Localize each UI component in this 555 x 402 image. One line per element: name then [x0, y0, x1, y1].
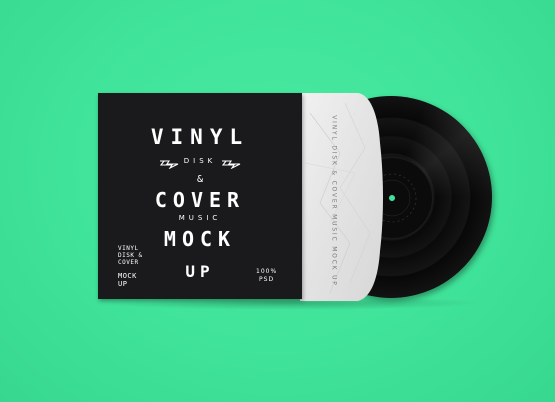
cover-title-ampersand: & — [196, 174, 204, 185]
sleeve-printed-text: VINYL DISK & COVER MUSIC MOCK UP — [330, 115, 338, 287]
corner-logo-line: UP — [118, 280, 128, 288]
sleeve-shape — [300, 93, 383, 301]
cover-psd-badge: 100% PSD — [256, 268, 277, 284]
badge-percent: 100% — [256, 268, 278, 275]
cover-title-cover: COVER — [154, 188, 246, 212]
album-cover: VINYL DISK & COVER MUSIC MOCK UP VINYL D… — [98, 93, 302, 299]
cover-title-music: MUSIC — [178, 214, 222, 222]
badge-format: PSD — [259, 276, 275, 283]
cover-corner-logo: VINYL DISK & COVER MOCK UP — [118, 245, 143, 288]
cover-title-vinyl: VINYL — [150, 125, 250, 149]
mockup-scene: VINYL DISK & COVER MUSIC MOCK UP VINYL D… — [0, 0, 555, 402]
corner-logo-line: COVER — [118, 259, 139, 266]
corner-logo-line: VINYL — [118, 245, 139, 252]
corner-logo-line: DISK & — [118, 252, 143, 259]
inner-sleeve: VINYL DISK & COVER MUSIC MOCK UP — [300, 93, 386, 301]
corner-logo-line: MOCK — [118, 272, 137, 280]
record-spindle-hole — [389, 195, 395, 201]
cover-title-disk: DISK — [183, 157, 217, 165]
lightning-bolt-icon — [221, 160, 241, 169]
